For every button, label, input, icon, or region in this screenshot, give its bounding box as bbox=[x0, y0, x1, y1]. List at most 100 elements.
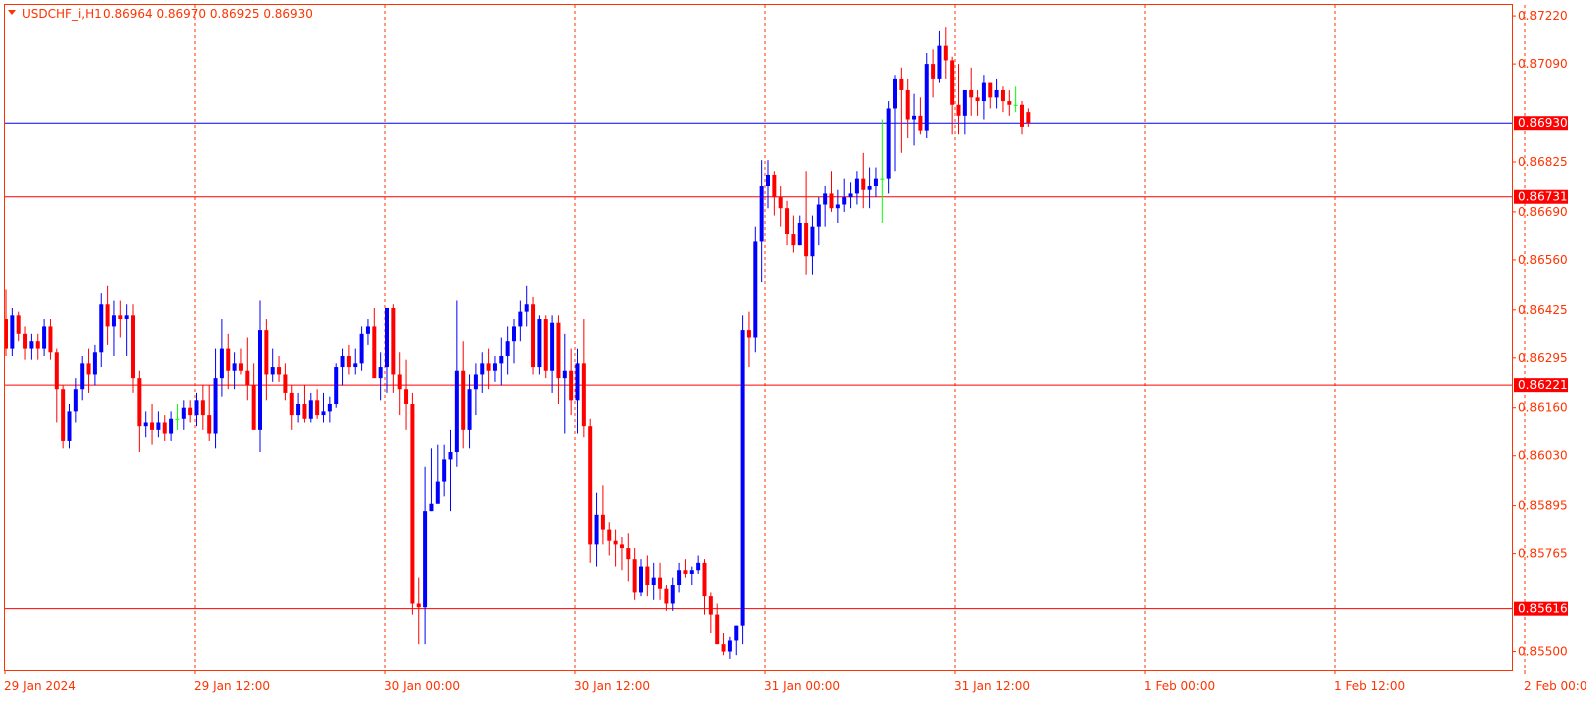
candle-body bbox=[835, 204, 840, 209]
candle-body bbox=[531, 304, 536, 368]
candle-body bbox=[131, 315, 135, 379]
candle-body bbox=[200, 400, 205, 416]
candle-body bbox=[194, 400, 199, 416]
candle-body bbox=[238, 363, 243, 371]
candle-body bbox=[372, 326, 377, 379]
price-tick-label: 0.85895 bbox=[1518, 499, 1568, 513]
candle-body bbox=[740, 330, 745, 626]
chart-window[interactable]: 0.87220 0.87090 0.86825 0.86690 0.86560 0.864… bbox=[0, 0, 1586, 708]
candle-body bbox=[924, 64, 929, 131]
candle-body bbox=[518, 311, 523, 327]
candle-body bbox=[188, 407, 193, 416]
candle-body bbox=[880, 178, 885, 180]
candle-body bbox=[842, 197, 847, 205]
candle-body bbox=[562, 370, 567, 379]
candle-body bbox=[912, 115, 917, 120]
candle-body bbox=[340, 355, 345, 368]
candle-body bbox=[734, 625, 739, 641]
candle-body bbox=[886, 108, 891, 179]
candle-body bbox=[1026, 112, 1031, 124]
candle-body bbox=[619, 544, 624, 549]
candle-body bbox=[73, 389, 78, 412]
candle-body bbox=[353, 363, 358, 368]
candle-body bbox=[1000, 89, 1005, 102]
candle-body bbox=[480, 363, 485, 375]
candle-body bbox=[118, 315, 123, 320]
candle-body bbox=[1007, 101, 1012, 105]
candle-body bbox=[86, 363, 91, 375]
price-tick-label: 0.87220 bbox=[1518, 9, 1568, 23]
candle bbox=[410, 392, 415, 615]
candle-body bbox=[29, 341, 34, 349]
candle-body bbox=[156, 422, 161, 430]
candle-body bbox=[746, 330, 751, 338]
candle-body bbox=[429, 503, 434, 512]
candle-body bbox=[124, 315, 129, 320]
candle-body bbox=[639, 566, 643, 593]
price-tick-label: 0.87090 bbox=[1518, 57, 1568, 71]
candle-body bbox=[321, 411, 326, 416]
price-tick-label: 0.86690 bbox=[1518, 205, 1568, 219]
candlestick-chart[interactable]: 0.87220 0.87090 0.86825 0.86690 0.86560 0.864… bbox=[0, 0, 1586, 708]
candle-body bbox=[391, 307, 396, 375]
candle-body bbox=[232, 363, 237, 371]
candle-body bbox=[715, 614, 720, 645]
ohlc-label: 0.86964 0.86970 0.86925 0.86930 bbox=[103, 7, 313, 21]
candle-body bbox=[873, 178, 878, 187]
candle-body bbox=[785, 208, 790, 235]
candle-body bbox=[61, 389, 66, 441]
candle-body bbox=[581, 363, 586, 427]
candle-body bbox=[251, 385, 256, 430]
candle-body bbox=[289, 392, 294, 416]
candle-body bbox=[854, 178, 859, 194]
candle-body bbox=[1013, 104, 1018, 106]
candle-body bbox=[600, 514, 605, 530]
candle-body bbox=[829, 193, 834, 209]
candle-body bbox=[270, 367, 275, 375]
price-tick-label: 0.86560 bbox=[1518, 253, 1568, 267]
candle-body bbox=[16, 315, 21, 334]
candle-body bbox=[981, 82, 986, 102]
candle-body bbox=[162, 422, 167, 434]
candle-body bbox=[327, 404, 332, 412]
candle-body bbox=[1020, 104, 1024, 127]
candle-body bbox=[918, 115, 923, 131]
candle-body bbox=[365, 326, 370, 334]
candle-body bbox=[797, 222, 802, 246]
candle-body bbox=[435, 481, 440, 504]
candle-body bbox=[524, 304, 529, 312]
candle-body bbox=[461, 370, 466, 430]
candle-body bbox=[315, 400, 320, 416]
current-price-label: 0.86930 bbox=[1518, 116, 1568, 130]
candle-body bbox=[467, 389, 472, 430]
candle-body bbox=[334, 367, 339, 404]
candle-body bbox=[994, 89, 999, 98]
candle-body bbox=[302, 404, 307, 419]
candle-body bbox=[137, 378, 142, 427]
candle-body bbox=[848, 193, 853, 198]
candle-body bbox=[23, 333, 28, 349]
candle-body bbox=[486, 363, 491, 371]
candle-body bbox=[569, 370, 574, 401]
candle-body bbox=[404, 389, 409, 404]
candle-body bbox=[264, 330, 269, 375]
candle-body bbox=[143, 422, 148, 427]
candle-body bbox=[219, 348, 224, 379]
price-tick-label: 0.85765 bbox=[1518, 547, 1568, 561]
candle-body bbox=[791, 234, 796, 246]
candle-body bbox=[397, 374, 402, 390]
candle-body bbox=[42, 326, 47, 349]
candle-body bbox=[931, 64, 936, 79]
candle-body bbox=[556, 322, 561, 379]
candle-body bbox=[537, 319, 542, 368]
candle-body bbox=[308, 400, 313, 419]
candle-body bbox=[492, 363, 497, 371]
candle-body bbox=[588, 426, 593, 545]
candle-body bbox=[543, 319, 548, 371]
level-price-label: 0.85616 bbox=[1518, 602, 1568, 616]
symbol-label: USDCHF_i,H1 bbox=[22, 7, 102, 21]
candle bbox=[61, 385, 66, 449]
candle-body bbox=[632, 559, 637, 593]
candle-body bbox=[816, 204, 821, 227]
candle-body bbox=[505, 341, 510, 356]
